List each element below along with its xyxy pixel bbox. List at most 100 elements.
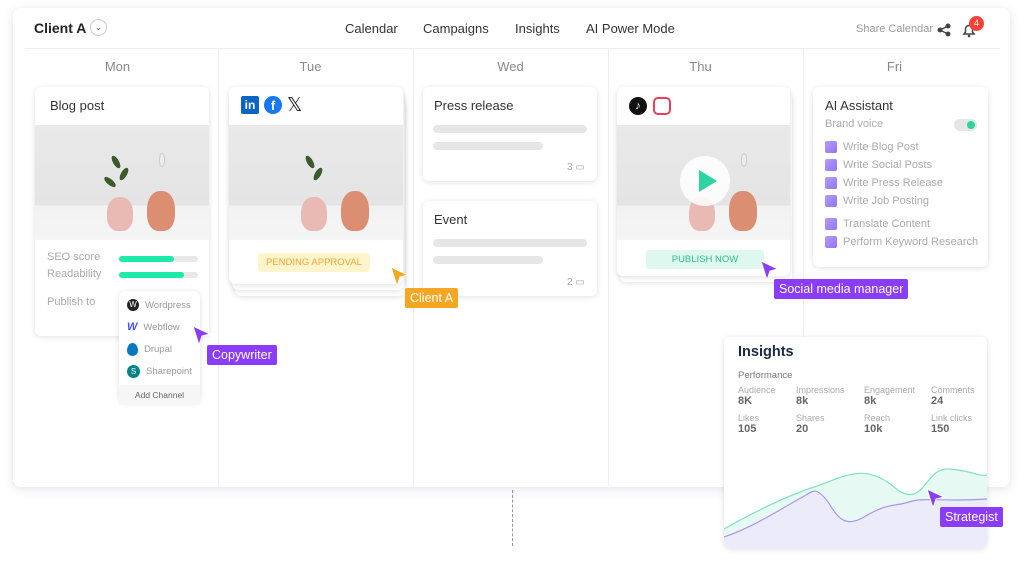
translate-icon — [825, 218, 837, 230]
video-post-card[interactable]: ♪ PUBLISH NOW — [617, 87, 790, 276]
header-divider — [25, 48, 1000, 49]
translate-content[interactable]: Translate Content — [825, 215, 978, 233]
client-cursor-icon — [390, 266, 410, 288]
strategist-label: Strategist — [940, 507, 1003, 527]
day-thu: Thu — [689, 59, 712, 74]
readability-label: Readability — [47, 268, 102, 280]
facebook-icon: f — [264, 96, 282, 114]
blog-post-icon — [825, 141, 837, 153]
metric-comments: Comments 24 — [931, 385, 975, 407]
performance-label: Performance — [738, 370, 793, 381]
copywriter-label: Copywriter — [207, 345, 277, 365]
press-release-icon — [825, 177, 837, 189]
add-channel-button[interactable]: Add Channel — [119, 385, 200, 405]
publish-channels-dropdown[interactable]: W Wordpress W Webflow Drupal S Sharepoint A… — [119, 291, 200, 405]
comment-count: 3 — [567, 162, 573, 173]
placeholder-line — [433, 142, 543, 150]
metric-label: Audience — [738, 385, 776, 395]
play-button[interactable] — [680, 156, 730, 206]
card-title: Blog post — [50, 98, 105, 113]
nav-campaigns[interactable]: Campaigns — [423, 21, 489, 36]
metric-label: Shares — [796, 413, 825, 423]
ai-assistant-card: AI Assistant Brand voice Write Blog Post… — [813, 87, 988, 267]
client-name[interactable]: Client A — [34, 20, 86, 36]
job-posting-icon — [825, 195, 837, 207]
webflow-icon: W — [127, 321, 138, 333]
chevron-down-icon[interactable]: ⌄ — [90, 19, 107, 36]
publish-to-label: Publish to — [47, 296, 96, 308]
placeholder-line — [433, 239, 587, 247]
comment-icon[interactable]: ▭ — [575, 162, 584, 173]
performance-chart — [724, 468, 987, 548]
placeholder-line — [433, 125, 587, 133]
metric-value: 20 — [796, 423, 809, 435]
write-press-release[interactable]: Write Press Release — [825, 174, 978, 192]
column-divider — [218, 48, 219, 486]
metric-link-clicks: Link clicks 150 — [931, 413, 972, 435]
social-posts-icon — [825, 159, 837, 171]
day-tue: Tue — [299, 59, 322, 74]
instagram-icon — [653, 97, 671, 115]
nav-calendar[interactable]: Calendar — [345, 21, 398, 36]
metric-impressions: Impressions 8k — [796, 385, 845, 407]
column-divider — [608, 48, 609, 486]
comment-count: 2 — [567, 277, 573, 288]
press-release-card[interactable]: Press release 3 ▭ — [423, 87, 597, 181]
brand-voice-toggle[interactable] — [954, 119, 977, 131]
metric-label: Engagement — [864, 385, 916, 395]
metric-engagement: Engagement 8k — [864, 385, 915, 407]
share-calendar-link[interactable]: Share Calendar — [856, 23, 933, 35]
metric-reach: Reach 10k — [864, 413, 890, 435]
metric-audience: Audience 8K — [738, 385, 776, 407]
metric-label: Link clicks — [931, 413, 973, 423]
copywriter-cursor-icon — [192, 325, 212, 347]
write-job-posting[interactable]: Write Job Posting — [825, 192, 978, 210]
readability-bar — [119, 272, 198, 278]
day-fri: Fri — [886, 59, 903, 74]
channel-webflow[interactable]: W Webflow — [119, 316, 200, 338]
drupal-icon — [127, 342, 138, 356]
notification-badge: 4 — [969, 16, 984, 31]
keyword-research[interactable]: Perform Keyword Research — [825, 233, 978, 251]
client-a-label: Client A — [405, 288, 459, 308]
day-mon: Mon — [104, 59, 131, 74]
metric-value: 8k — [864, 395, 877, 407]
sharepoint-icon: S — [127, 364, 140, 378]
publish-now-button[interactable]: PUBLISH NOW — [646, 250, 764, 269]
nav-ai-power-mode[interactable]: AI Power Mode — [586, 21, 675, 36]
social-post-card[interactable]: in f 𝕏 PENDING APPROVAL — [229, 87, 403, 284]
social-media-manager-label: Social media manager — [774, 279, 909, 299]
placeholder-line — [433, 256, 543, 264]
brand-voice-label: Brand voice — [825, 118, 884, 130]
write-blog-post[interactable]: Write Blog Post — [825, 138, 978, 156]
card-title: Press release — [434, 98, 514, 113]
card-title: Event — [434, 212, 468, 227]
x-icon: 𝕏 — [287, 95, 303, 116]
event-card[interactable]: Event 2 ▭ — [423, 201, 597, 296]
metric-label: Comments — [931, 385, 975, 395]
wordpress-icon: W — [127, 299, 139, 311]
seo-score-bar — [119, 256, 198, 262]
channel-drupal[interactable]: Drupal — [119, 338, 200, 360]
metric-shares: Shares 20 — [796, 413, 825, 435]
pending-approval-badge: PENDING APPROVAL — [258, 253, 370, 272]
plant-image — [35, 125, 209, 240]
metric-label: Likes — [738, 413, 760, 423]
dashed-connector — [512, 490, 513, 546]
keyword-research-icon — [825, 236, 837, 248]
channel-sharepoint[interactable]: S Sharepoint — [119, 360, 200, 382]
write-social-posts[interactable]: Write Social Posts — [825, 156, 978, 174]
channel-wordpress[interactable]: W Wordpress — [119, 294, 200, 316]
comment-icon[interactable]: ▭ — [575, 277, 584, 288]
metric-label: Impressions — [796, 385, 845, 395]
metric-value: 24 — [931, 395, 944, 407]
metric-likes: Likes 105 — [738, 413, 759, 435]
nav-insights[interactable]: Insights — [515, 21, 560, 36]
metric-value: 8k — [796, 395, 809, 407]
metric-value: 150 — [931, 423, 950, 435]
metric-value: 10k — [864, 423, 883, 435]
video-thumbnail[interactable] — [617, 125, 790, 240]
seo-score-label: SEO score — [47, 251, 101, 263]
share-icon[interactable] — [937, 23, 951, 37]
linkedin-icon: in — [241, 96, 259, 114]
